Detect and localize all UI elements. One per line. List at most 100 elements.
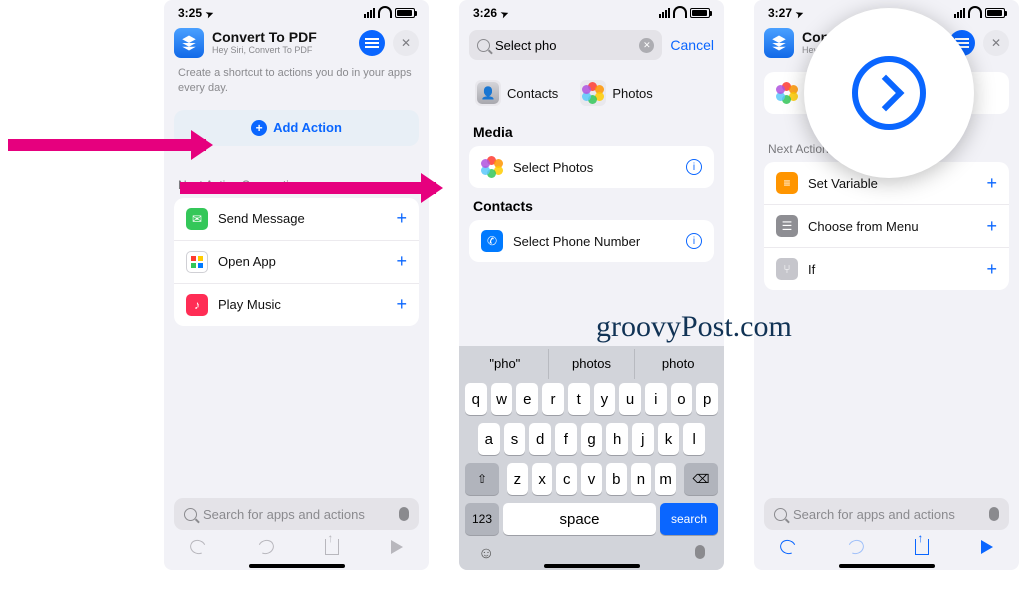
instruction-text: Create a shortcut to actions you do in y… [164,66,429,106]
key-c[interactable]: c [556,463,577,495]
key-b[interactable]: b [606,463,627,495]
search-placeholder: Search for apps and actions [203,507,393,522]
bottom-toolbar [164,532,429,562]
list-item-label: Select Phone Number [513,234,640,249]
key-h[interactable]: h [606,423,628,455]
key-t[interactable]: t [568,383,590,415]
key-l[interactable]: l [683,423,705,455]
close-button[interactable]: ✕ [393,30,419,56]
key-z[interactable]: z [507,463,528,495]
search-bar[interactable]: Search for apps and actions [764,498,1009,530]
clear-icon[interactable]: ✕ [639,38,654,53]
list-item-label: Select Photos [513,160,593,175]
contacts-icon: 👤 [477,82,499,104]
settings-pill-button[interactable] [359,30,385,56]
photos-icon [776,82,798,104]
keyboard[interactable]: "pho" photos photo qwertyuiop asdfghjkl … [459,346,724,570]
key-k[interactable]: k [658,423,680,455]
key-n[interactable]: n [631,463,652,495]
backspace-key[interactable]: ⌫ [684,463,718,495]
cancel-button[interactable]: Cancel [670,37,714,53]
add-icon: + [986,259,997,280]
section-media: Media [459,114,724,146]
key-x[interactable]: x [532,463,553,495]
key-v[interactable]: v [581,463,602,495]
home-indicator [544,564,640,568]
key-u[interactable]: u [619,383,641,415]
search-input[interactable]: Select pho ✕ [469,30,662,60]
key-o[interactable]: o [671,383,693,415]
category-label: Contacts [507,86,558,101]
kbd-suggestion[interactable]: photo [635,349,721,379]
space-key[interactable]: space [503,503,656,535]
action-select-phone-number[interactable]: ✆ Select Phone Number i [469,220,714,262]
redo-icon[interactable] [256,538,276,557]
search-value: Select pho [495,38,556,53]
close-button[interactable]: ✕ [983,30,1009,56]
mic-icon [399,507,409,521]
suggestion-send-message[interactable]: ✉︎ Send Message + [174,198,419,240]
key-i[interactable]: i [645,383,667,415]
kbd-suggestion[interactable]: "pho" [462,349,549,379]
cellular-icon [954,8,965,18]
key-m[interactable]: m [655,463,676,495]
suggestion-play-music[interactable]: ♪ Play Music + [174,283,419,326]
home-indicator [839,564,935,568]
key-g[interactable]: g [581,423,603,455]
status-bar: 3:25 [164,0,429,22]
suggestion-if[interactable]: ⑂ If + [764,247,1009,290]
info-icon[interactable]: i [686,233,702,249]
list-item-label: Choose from Menu [808,219,919,234]
key-y[interactable]: y [594,383,616,415]
key-q[interactable]: q [465,383,487,415]
dictation-key[interactable] [695,545,705,559]
redo-icon[interactable] [846,538,866,557]
add-action-label: Add Action [273,120,342,135]
photos-icon [481,156,503,178]
action-select-photos[interactable]: Select Photos i [469,146,714,188]
shortcut-title: Convert To PDF [212,30,351,45]
key-s[interactable]: s [504,423,526,455]
key-w[interactable]: w [491,383,513,415]
key-f[interactable]: f [555,423,577,455]
search-key[interactable]: search [660,503,718,535]
suggestion-open-app[interactable]: Open App + [174,240,419,283]
key-e[interactable]: e [516,383,538,415]
shortcut-app-icon [764,28,794,58]
app-grid-icon [186,251,208,273]
list-item-label: Open App [218,254,276,269]
emoji-key[interactable]: ☺ [478,545,494,563]
key-r[interactable]: r [542,383,564,415]
key-j[interactable]: j [632,423,654,455]
share-icon[interactable] [325,539,339,555]
numbers-key[interactable]: 123 [465,503,499,535]
suggestion-choose-from-menu[interactable]: ☰ Choose from Menu + [764,204,1009,247]
phone-icon: ✆ [481,230,503,252]
undo-icon[interactable] [778,538,798,557]
battery-icon [395,8,415,18]
play-icon[interactable] [391,540,403,554]
shortcut-header: Convert To PDF Hey Siri, Convert To PDF … [164,22,429,66]
category-label: Photos [612,86,652,101]
category-photos[interactable]: Photos [580,80,652,106]
keyboard-suggestions: "pho" photos photo [462,349,721,379]
search-bar[interactable]: Search for apps and actions [174,498,419,530]
shift-key[interactable]: ⇧ [465,463,499,495]
kbd-suggestion[interactable]: photos [549,349,636,379]
key-d[interactable]: d [529,423,551,455]
annotation-arrow [8,130,228,160]
key-p[interactable]: p [696,383,718,415]
clock: 3:27 [768,6,792,20]
share-icon[interactable] [915,539,929,555]
wifi-icon [968,8,982,18]
undo-icon[interactable] [188,538,208,557]
category-contacts[interactable]: 👤 Contacts [475,80,558,106]
wifi-icon [378,8,392,18]
play-icon[interactable] [981,540,993,554]
key-a[interactable]: a [478,423,500,455]
info-icon[interactable]: i [686,159,702,175]
category-row: 👤 Contacts Photos [459,70,724,114]
add-icon: + [986,173,997,194]
section-contacts: Contacts [459,188,724,220]
add-icon: + [396,208,407,229]
